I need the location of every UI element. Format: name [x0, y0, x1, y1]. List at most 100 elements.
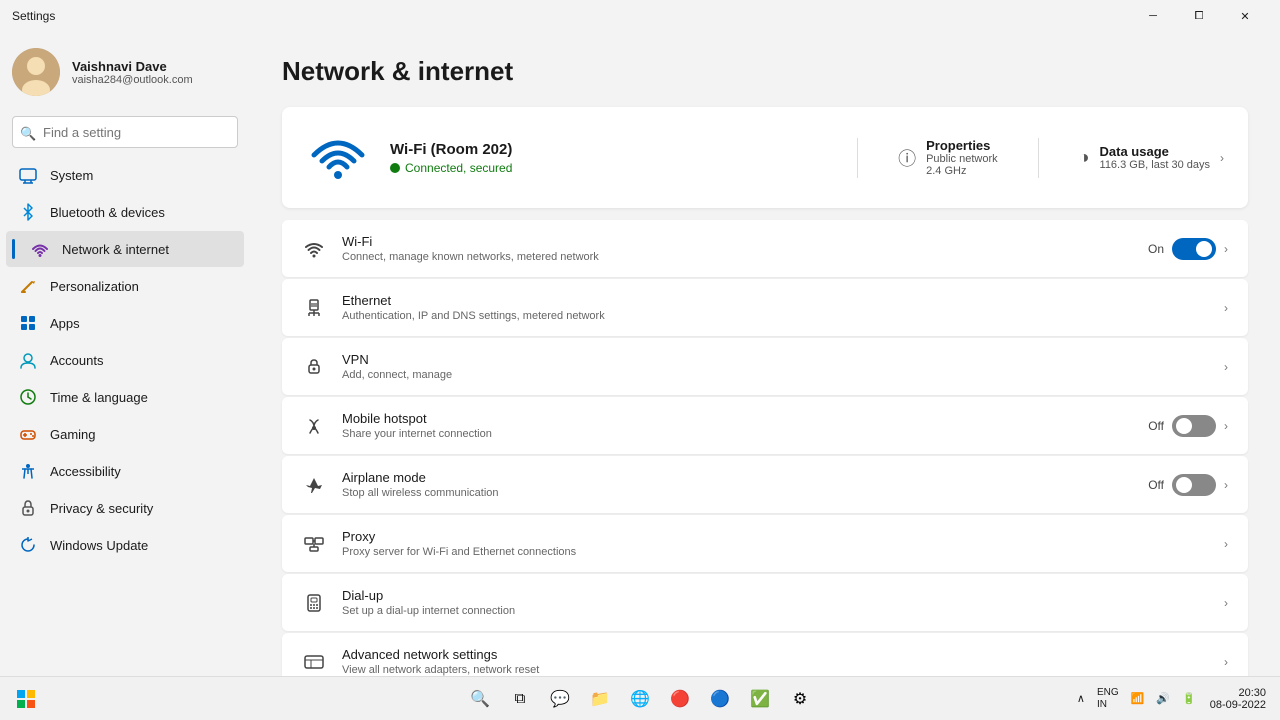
- sidebar-item-accounts[interactable]: Accounts: [6, 342, 244, 378]
- sidebar-item-bluetooth[interactable]: Bluetooth & devices: [6, 194, 244, 230]
- taskbar-overflow[interactable]: ∧: [1073, 690, 1089, 707]
- wifi-hero-card[interactable]: Wi-Fi (Room 202) Connected, secured ⓘ Pr…: [282, 107, 1248, 208]
- taskbar-explorer[interactable]: 📁: [582, 681, 618, 717]
- taskbar-right: ∧ ENGIN 📶 🔊 🔋 20:30 08-09-2022: [1073, 685, 1272, 713]
- setting-title-advanced: Advanced network settings: [342, 647, 1208, 662]
- setting-right-airplane: Off ›: [1148, 474, 1228, 496]
- setting-icon-dialup: [302, 591, 326, 615]
- sidebar-item-label: System: [50, 168, 93, 183]
- properties-sub1: Public network: [926, 153, 998, 165]
- wifi-status: Connected, secured: [390, 161, 857, 175]
- user-profile[interactable]: Vaishnavi Dave vaisha284@outlook.com: [0, 32, 250, 112]
- taskbar-taskview[interactable]: ⧉: [502, 681, 538, 717]
- sidebar-item-label: Apps: [50, 316, 80, 331]
- sidebar-item-personalization[interactable]: Personalization: [6, 268, 244, 304]
- setting-text-airplane: Airplane mode Stop all wireless communic…: [342, 470, 1132, 499]
- taskbar-app3[interactable]: ✅: [742, 681, 778, 717]
- wifi-meta: ⓘ Properties Public network 2.4 GHz ◑ Da…: [857, 138, 1224, 178]
- sidebar-item-network[interactable]: Network & internet: [6, 231, 244, 267]
- sidebar-item-label: Personalization: [50, 279, 139, 294]
- chevron-wifi: ›: [1224, 242, 1228, 256]
- setting-title-wifi: Wi-Fi: [342, 234, 1132, 249]
- toggle-hotspot[interactable]: [1172, 415, 1216, 437]
- taskbar-search[interactable]: 🔍: [462, 681, 498, 717]
- chevron-dialup: ›: [1224, 596, 1228, 610]
- avatar: [12, 48, 60, 96]
- setting-text-advanced: Advanced network settings View all netwo…: [342, 647, 1208, 676]
- taskbar-app1[interactable]: 🔴: [662, 681, 698, 717]
- taskbar-time[interactable]: 20:30 08-09-2022: [1204, 685, 1272, 713]
- sidebar-item-time[interactable]: Time & language: [6, 379, 244, 415]
- taskbar-app2[interactable]: 🔵: [702, 681, 738, 717]
- setting-item-dialup[interactable]: Dial-up Set up a dial-up internet connec…: [282, 574, 1248, 631]
- setting-right-vpn: ›: [1224, 360, 1228, 374]
- setting-item-proxy[interactable]: Proxy Proxy server for Wi-Fi and Etherne…: [282, 515, 1248, 572]
- minimize-button[interactable]: ─: [1130, 0, 1176, 32]
- setting-item-advanced[interactable]: Advanced network settings View all netwo…: [282, 633, 1248, 676]
- data-usage-icon: ◑: [1079, 147, 1090, 168]
- toggle-wifi[interactable]: [1172, 238, 1216, 260]
- wifi-properties-button[interactable]: ⓘ Properties Public network 2.4 GHz: [898, 138, 998, 177]
- taskbar-battery[interactable]: 🔋: [1178, 690, 1200, 707]
- sidebar-item-label: Gaming: [50, 427, 96, 442]
- setting-item-airplane[interactable]: Airplane mode Stop all wireless communic…: [282, 456, 1248, 513]
- taskbar-chat[interactable]: 💬: [542, 681, 578, 717]
- sidebar-item-label: Windows Update: [50, 538, 148, 553]
- start-button[interactable]: [8, 681, 44, 717]
- sidebar-item-accessibility[interactable]: Accessibility: [6, 453, 244, 489]
- taskbar-browser[interactable]: 🌐: [622, 681, 658, 717]
- user-name: Vaishnavi Dave: [72, 59, 193, 74]
- setting-title-airplane: Airplane mode: [342, 470, 1132, 485]
- taskbar-lang[interactable]: ENGIN: [1093, 685, 1123, 713]
- search-input[interactable]: [12, 116, 238, 148]
- chevron-ethernet: ›: [1224, 301, 1228, 315]
- setting-item-vpn[interactable]: VPN Add, connect, manage ›: [282, 338, 1248, 395]
- maximize-button[interactable]: ⧠: [1176, 0, 1222, 32]
- taskbar-settings[interactable]: ⚙: [782, 681, 818, 717]
- sidebar-item-privacy[interactable]: Privacy & security: [6, 490, 244, 526]
- wifi-meta-divider: [857, 138, 858, 178]
- setting-text-proxy: Proxy Proxy server for Wi-Fi and Etherne…: [342, 529, 1208, 558]
- toggle-airplane[interactable]: [1172, 474, 1216, 496]
- sidebar-item-apps[interactable]: Apps: [6, 305, 244, 341]
- wifi-datausage-button[interactable]: ◑ Data usage 116.3 GB, last 30 days ›: [1079, 144, 1224, 171]
- taskbar-wifi-icon[interactable]: 📶: [1127, 690, 1149, 707]
- data-usage-sub: 116.3 GB, last 30 days: [1100, 159, 1210, 171]
- wifi-hero-icon: [306, 127, 370, 188]
- setting-text-wifi: Wi-Fi Connect, manage known networks, me…: [342, 234, 1132, 263]
- system-icon: [18, 165, 38, 185]
- time-icon: [18, 387, 38, 407]
- taskbar-volume[interactable]: 🔊: [1152, 690, 1174, 707]
- close-button[interactable]: ✕: [1222, 0, 1268, 32]
- setting-text-ethernet: Ethernet Authentication, IP and DNS sett…: [342, 293, 1208, 322]
- sidebar-item-gaming[interactable]: Gaming: [6, 416, 244, 452]
- toggle-label-airplane: Off: [1148, 478, 1164, 492]
- setting-item-ethernet[interactable]: Ethernet Authentication, IP and DNS sett…: [282, 279, 1248, 336]
- setting-icon-ethernet: [302, 296, 326, 320]
- setting-right-wifi: On ›: [1148, 238, 1228, 260]
- setting-desc-hotspot: Share your internet connection: [342, 428, 1132, 440]
- setting-title-vpn: VPN: [342, 352, 1208, 367]
- setting-desc-dialup: Set up a dial-up internet connection: [342, 605, 1208, 617]
- properties-sub2: 2.4 GHz: [926, 165, 998, 177]
- sidebar-item-windowsupdate[interactable]: Windows Update: [6, 527, 244, 563]
- setting-right-advanced: ›: [1224, 655, 1228, 669]
- titlebar-left: Settings: [12, 9, 55, 23]
- setting-icon-wifi: [302, 237, 326, 261]
- network-icon: [30, 239, 50, 259]
- sidebar-item-system[interactable]: System: [6, 157, 244, 193]
- setting-item-wifi[interactable]: Wi-Fi Connect, manage known networks, me…: [282, 220, 1248, 277]
- sidebar-item-label: Accounts: [50, 353, 103, 368]
- setting-desc-airplane: Stop all wireless communication: [342, 487, 1132, 499]
- sidebar: Vaishnavi Dave vaisha284@outlook.com 🔍 S…: [0, 32, 250, 676]
- setting-title-dialup: Dial-up: [342, 588, 1208, 603]
- setting-right-proxy: ›: [1224, 537, 1228, 551]
- setting-item-hotspot[interactable]: Mobile hotspot Share your internet conne…: [282, 397, 1248, 454]
- setting-icon-proxy: [302, 532, 326, 556]
- setting-desc-advanced: View all network adapters, network reset: [342, 664, 1208, 676]
- properties-icon: ⓘ: [898, 145, 916, 171]
- nav-list: System Bluetooth & devicesNetwork & inter…: [0, 156, 250, 564]
- sidebar-item-label: Time & language: [50, 390, 148, 405]
- setting-right-dialup: ›: [1224, 596, 1228, 610]
- setting-text-vpn: VPN Add, connect, manage: [342, 352, 1208, 381]
